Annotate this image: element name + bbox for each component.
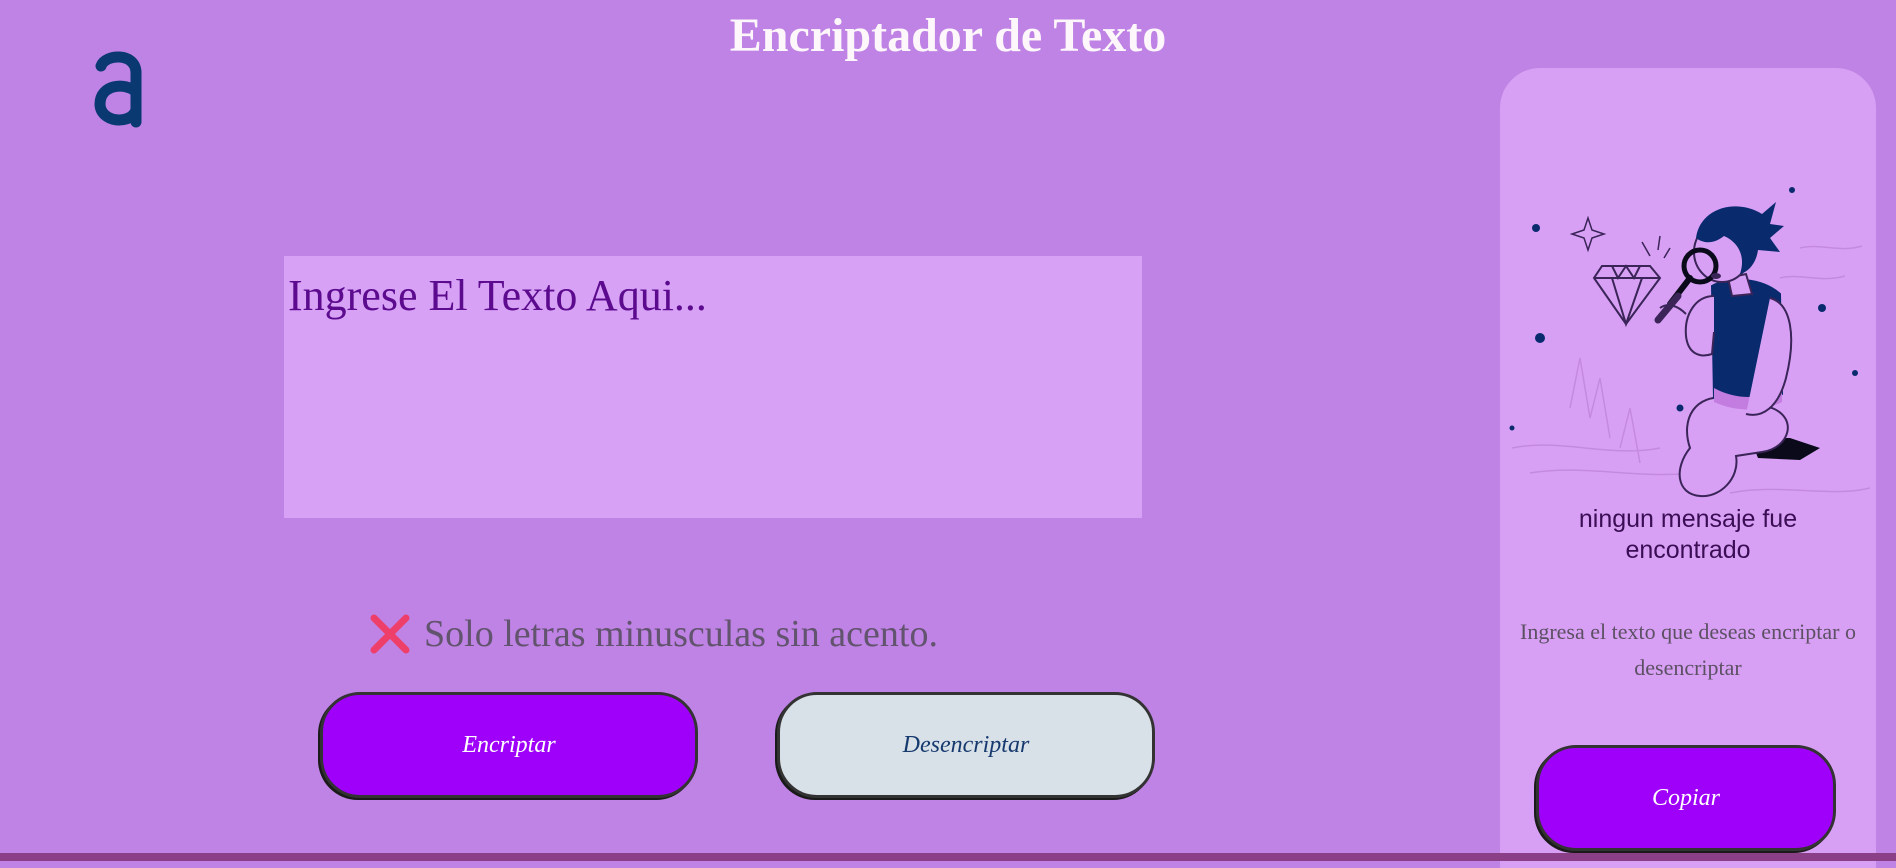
output-panel: ningun mensaje fue encontrado Ingresa el… [1500,68,1876,868]
page-title: Encriptador de Texto [729,9,1167,62]
no-message-description: Ingresa el texto que deseas encriptar o … [1520,619,1856,680]
input-warning: Solo letras minusculas sin acento. [368,612,938,656]
encrypt-button[interactable]: Encriptar [320,692,698,798]
decrypt-button[interactable]: Desencriptar [777,692,1155,798]
copy-button[interactable]: Copiar [1536,745,1836,851]
text-input[interactable] [284,256,1142,518]
cross-mark-icon [370,614,410,654]
bottom-border [0,853,1896,861]
warning-text: Solo letras minusculas sin acento. [424,613,938,655]
person-with-magnifying-glass-icon [1509,187,1871,498]
no-message-title: ningun mensaje fue encontrado [1578,505,1798,564]
